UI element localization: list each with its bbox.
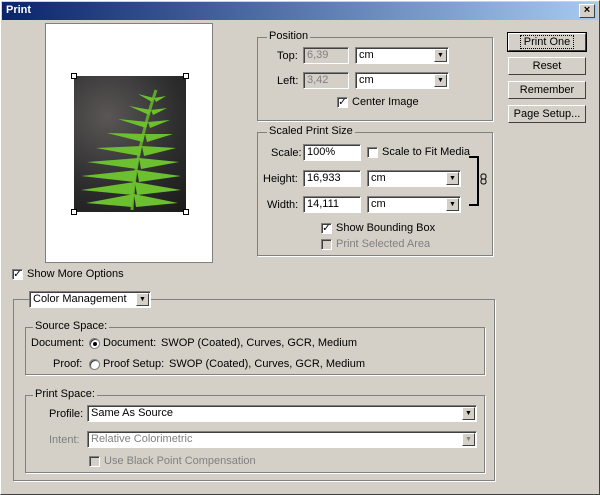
print-preview xyxy=(45,23,213,263)
proof-option-label: Proof Setup: xyxy=(103,358,165,370)
preview-image[interactable] xyxy=(74,76,186,212)
show-bounding-box-checkbox[interactable]: ✓ xyxy=(321,223,332,234)
proof-radio[interactable] xyxy=(89,359,100,370)
left-field[interactable]: 3,42 xyxy=(303,72,349,89)
resize-handle-se[interactable] xyxy=(183,209,189,215)
chevron-down-icon[interactable]: ▼ xyxy=(462,407,475,420)
intent-label: Intent: xyxy=(49,434,80,446)
page-setup-button[interactable]: Page Setup... xyxy=(508,105,586,123)
check-icon: ✓ xyxy=(13,269,22,280)
top-field[interactable]: 6,39 xyxy=(303,47,349,64)
print-selected-area-label: Print Selected Area xyxy=(336,238,431,250)
profile-value: Same As Source xyxy=(91,407,173,419)
width-label: Width: xyxy=(267,199,299,211)
center-image-label: Center Image xyxy=(352,96,419,108)
proportion-link-bracket xyxy=(469,156,479,206)
height-label: Height: xyxy=(263,173,298,185)
intent-value: Relative Colorimetric xyxy=(91,433,193,445)
check-icon: ✓ xyxy=(322,223,331,234)
title-bar[interactable]: Print × xyxy=(2,2,598,20)
print-selected-area-checkbox[interactable] xyxy=(321,239,332,250)
height-field[interactable]: 16,933 xyxy=(303,170,361,187)
proof-profile-value: SWOP (Coated), Curves, GCR, Medium xyxy=(169,358,366,370)
print-space-legend: Print Space: xyxy=(33,388,97,400)
resize-handle-ne[interactable] xyxy=(183,73,189,79)
close-icon: × xyxy=(583,4,591,16)
document-option-label: Document: xyxy=(103,337,157,349)
resize-handle-nw[interactable] xyxy=(71,73,77,79)
center-image-checkbox[interactable]: ✓ xyxy=(337,97,348,108)
print-dialog: Print × Position Top: 6,39 cm ▼ Left: 3,… xyxy=(0,0,600,495)
black-point-checkbox[interactable] xyxy=(89,456,100,467)
chevron-down-icon[interactable]: ▼ xyxy=(136,293,149,306)
scale-to-fit-label: Scale to Fit Media xyxy=(382,146,471,158)
top-unit-value: cm xyxy=(359,49,374,61)
profile-label: Profile: xyxy=(49,408,84,420)
black-point-label: Use Black Point Compensation xyxy=(104,455,256,467)
scale-label: Scale: xyxy=(271,147,302,159)
source-space-legend: Source Space: xyxy=(33,320,110,332)
scaled-legend: Scaled Print Size xyxy=(267,125,355,137)
resize-handle-sw[interactable] xyxy=(71,209,77,215)
height-unit-select[interactable]: cm ▼ xyxy=(367,170,461,187)
width-field[interactable]: 14,111 xyxy=(303,196,361,213)
chevron-down-icon[interactable]: ▼ xyxy=(446,198,459,211)
show-bounding-box-label: Show Bounding Box xyxy=(336,222,436,234)
chevron-down-icon[interactable]: ▼ xyxy=(434,49,447,62)
scale-to-fit-checkbox[interactable] xyxy=(367,147,378,158)
top-label: Top: xyxy=(277,50,298,62)
left-label: Left: xyxy=(277,75,299,87)
close-button[interactable]: × xyxy=(579,4,595,18)
check-icon: ✓ xyxy=(338,97,347,108)
chevron-down-icon[interactable]: ▼ xyxy=(446,172,459,185)
left-unit-value: cm xyxy=(359,74,374,86)
top-unit-select[interactable]: cm ▼ xyxy=(355,47,449,64)
proof-label: Proof: xyxy=(53,358,83,370)
show-more-options-checkbox[interactable]: ✓ xyxy=(12,269,23,280)
show-more-options-label: Show More Options xyxy=(27,268,124,280)
chevron-down-icon[interactable]: ▼ xyxy=(434,74,447,87)
document-profile-value: SWOP (Coated), Curves, GCR, Medium xyxy=(161,337,358,349)
intent-select[interactable]: Relative Colorimetric ▼ xyxy=(87,431,477,448)
height-unit-value: cm xyxy=(371,172,386,184)
chevron-down-icon[interactable]: ▼ xyxy=(462,433,475,446)
remember-button[interactable]: Remember xyxy=(508,81,586,99)
scale-field[interactable]: 100% xyxy=(303,144,361,161)
window-title: Print xyxy=(6,4,32,16)
fern-image xyxy=(81,89,181,211)
reset-button[interactable]: Reset xyxy=(508,57,586,75)
document-label: Document: xyxy=(31,337,85,349)
width-unit-value: cm xyxy=(371,198,386,210)
chain-link-icon[interactable] xyxy=(479,173,489,185)
position-legend: Position xyxy=(267,30,311,42)
document-radio[interactable] xyxy=(89,338,100,349)
print-one-button[interactable]: Print One xyxy=(507,32,587,52)
print-one-label: Print One xyxy=(519,35,575,49)
color-management-select[interactable]: Color Management ▼ xyxy=(29,291,151,308)
color-management-value: Color Management xyxy=(33,293,127,305)
profile-select[interactable]: Same As Source ▼ xyxy=(87,405,477,422)
left-unit-select[interactable]: cm ▼ xyxy=(355,72,449,89)
width-unit-select[interactable]: cm ▼ xyxy=(367,196,461,213)
